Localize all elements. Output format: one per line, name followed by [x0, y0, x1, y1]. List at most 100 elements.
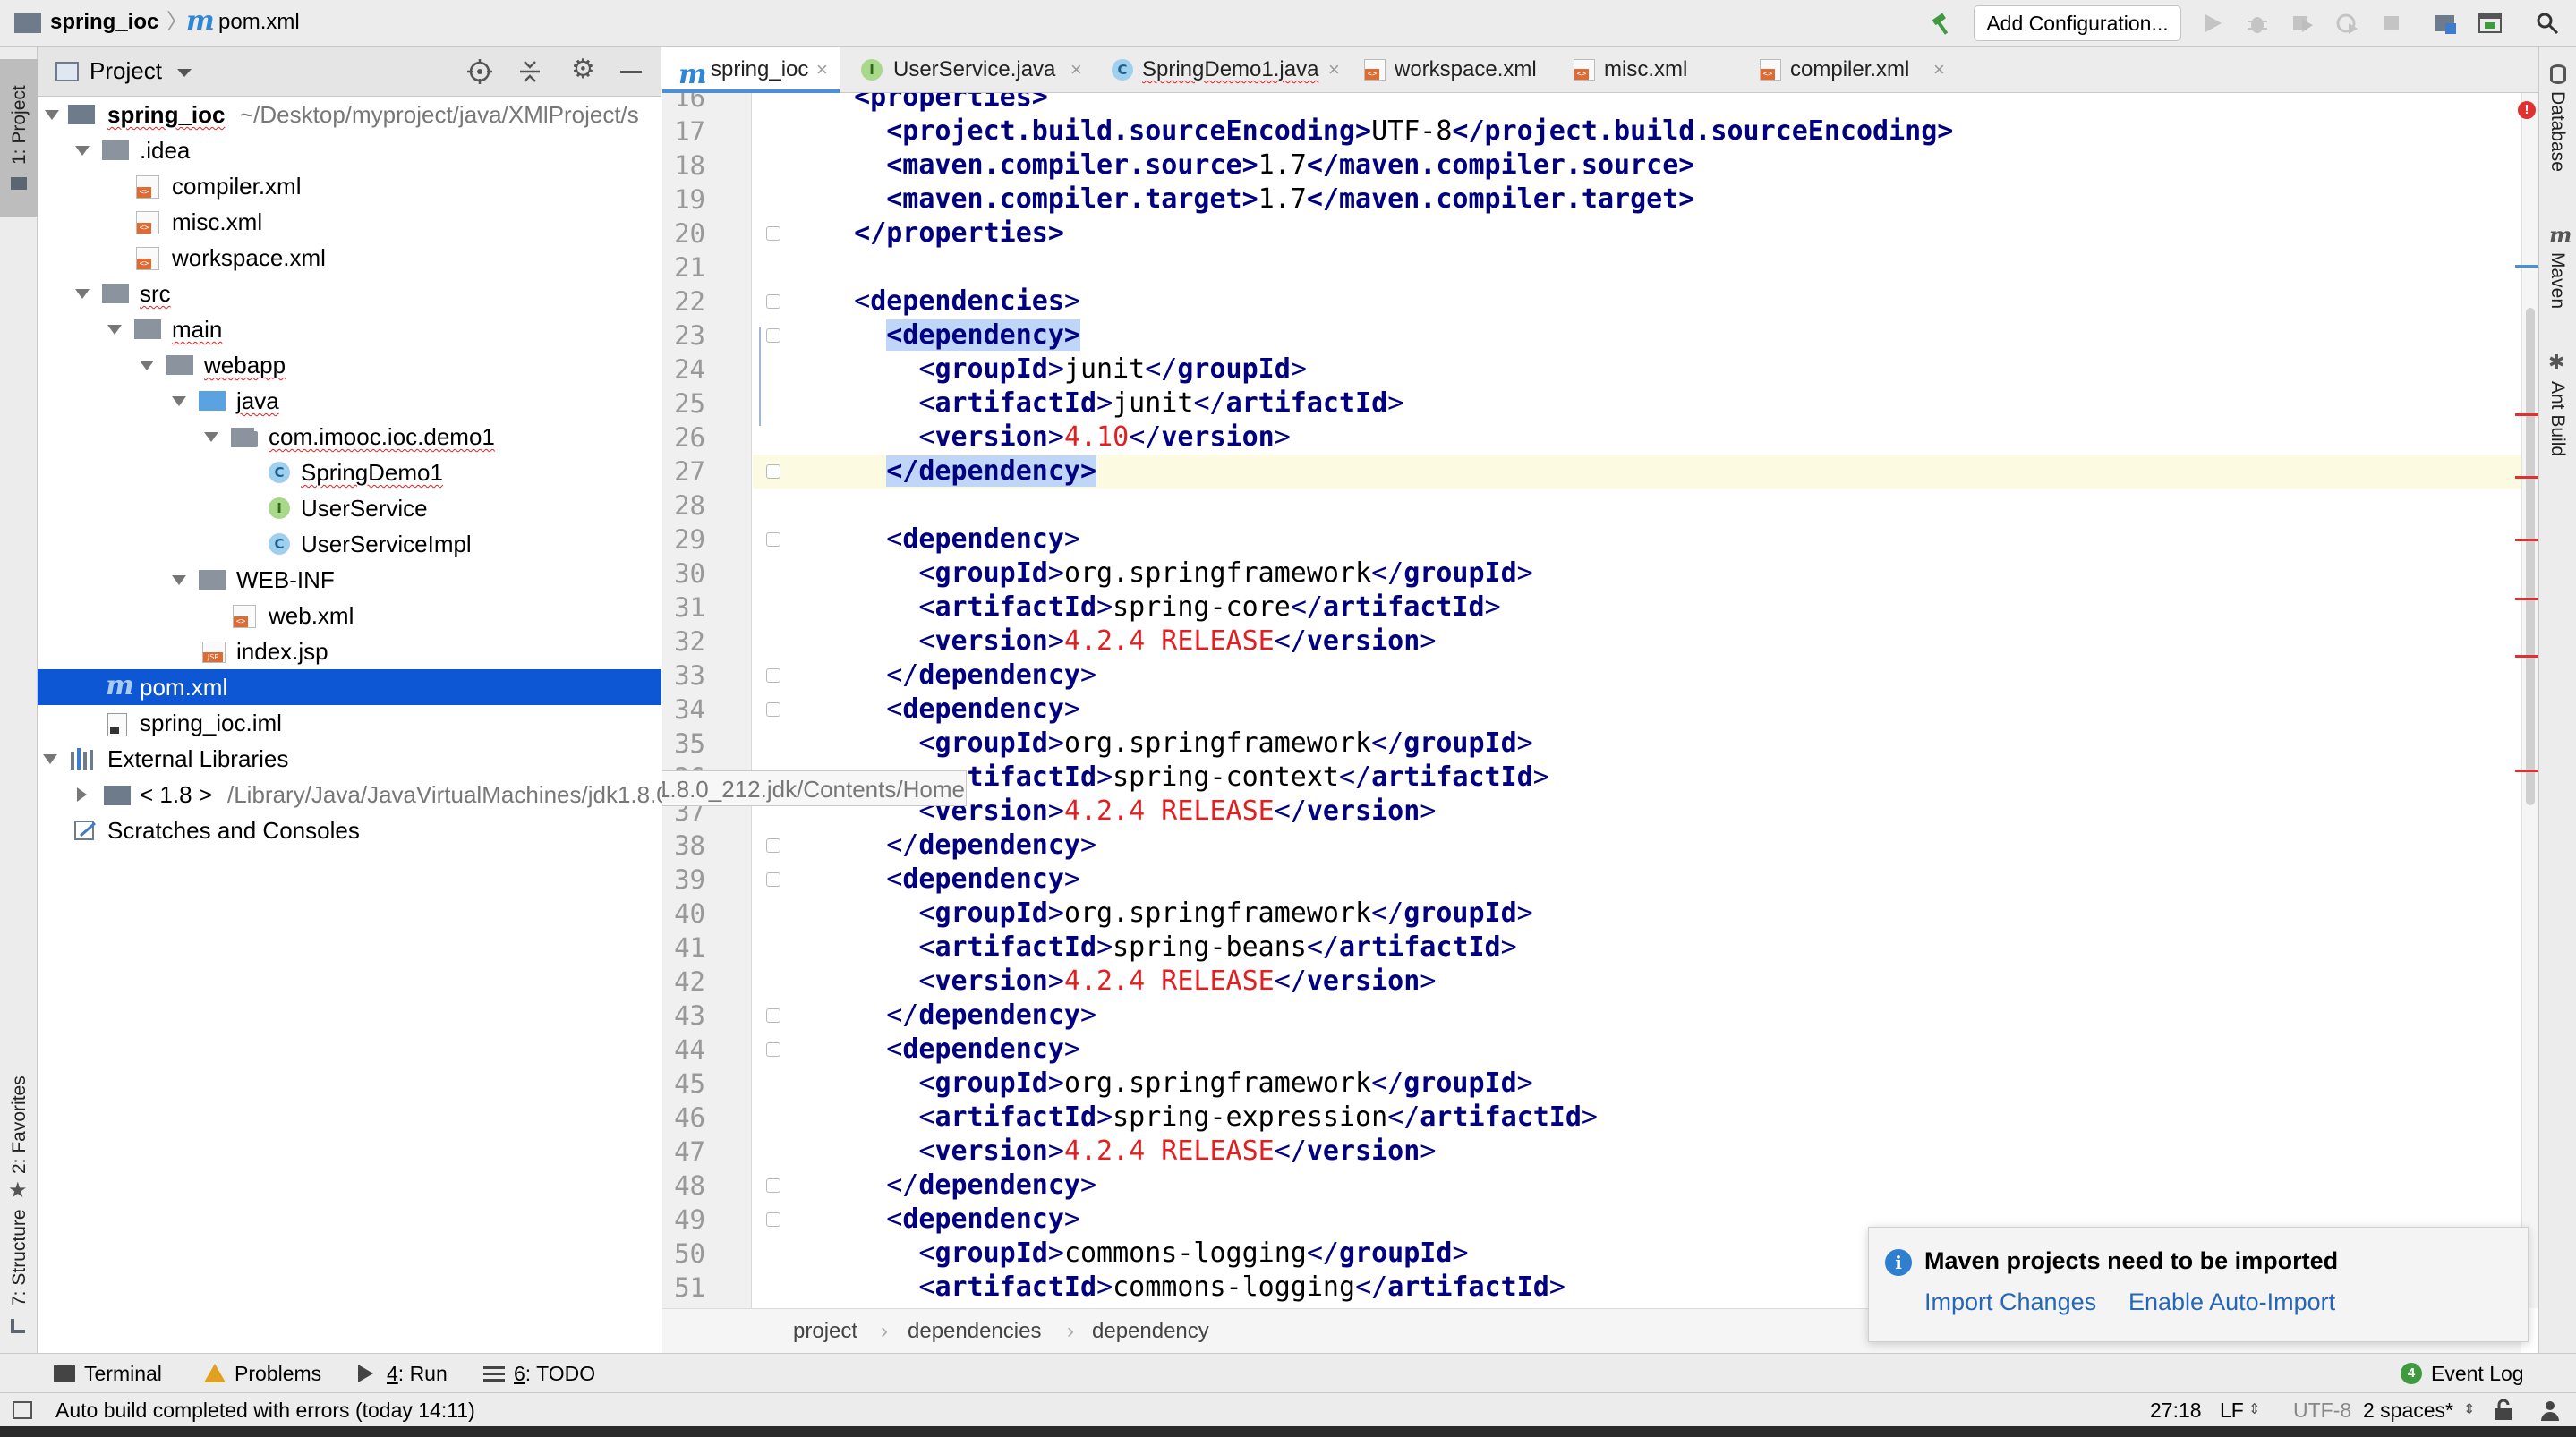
- expanded-arrow-icon[interactable]: [204, 432, 218, 442]
- code-line[interactable]: <groupId>org.springframework</groupId>: [822, 727, 1532, 761]
- problems-button[interactable]: Problems: [204, 1354, 338, 1393]
- expanded-arrow-icon[interactable]: [75, 146, 90, 156]
- code-line[interactable]: <groupId>org.springframework</groupId>: [822, 557, 1532, 591]
- tab-misc-xml[interactable]: misc.xml: [1570, 47, 1731, 93]
- collapse-all-icon[interactable]: [517, 59, 542, 84]
- code-line[interactable]: </dependency>: [822, 659, 1096, 693]
- fold-marker-icon[interactable]: [766, 1008, 780, 1023]
- code-line[interactable]: <dependency>: [822, 1203, 1080, 1237]
- fold-marker-icon[interactable]: [766, 226, 780, 241]
- code-line[interactable]: <version>4.2.4 RELEASE</version>: [822, 965, 1436, 999]
- code-line[interactable]: <maven.compiler.source>1.7</maven.compil…: [822, 149, 1694, 183]
- fold-marker-icon[interactable]: [766, 1042, 780, 1057]
- chevron-down-icon[interactable]: [177, 69, 192, 77]
- code-editor[interactable]: 16 17 18 19 20 21 22 23 24 25 26 27 28 29 30 31 32 33 34 35…: [662, 93, 2521, 1308]
- code-line[interactable]: </dependency>: [822, 999, 1096, 1033]
- file-encoding[interactable]: UTF-8: [2293, 1393, 2351, 1427]
- tree-item-userservice[interactable]: I UserService: [38, 490, 661, 526]
- code-line[interactable]: <groupId>junit</groupId>: [822, 353, 1307, 387]
- gear-icon[interactable]: ⚙: [571, 54, 595, 85]
- tree-item-iml[interactable]: spring_ioc.iml: [38, 705, 661, 741]
- tree-item-index-jsp[interactable]: JSP index.jsp: [38, 633, 661, 669]
- tree-item-webapp[interactable]: webapp: [38, 347, 661, 383]
- tree-item-external-libraries[interactable]: External Libraries: [38, 741, 661, 777]
- nav-project-crumb[interactable]: spring_ioc: [50, 9, 158, 36]
- code-line[interactable]: <artifactId>junit</artifactId>: [822, 387, 1403, 421]
- fold-marker-icon[interactable]: [766, 532, 780, 547]
- import-changes-link[interactable]: Import Changes: [1924, 1288, 2096, 1316]
- tree-item-web-inf[interactable]: WEB-INF: [38, 562, 661, 598]
- profile-icon[interactable]: [2334, 11, 2359, 36]
- lock-icon[interactable]: [2494, 1399, 2513, 1421]
- code-line[interactable]: <groupId>org.springframework</groupId>: [822, 1067, 1532, 1101]
- code-line[interactable]: </dependency>: [822, 829, 1096, 863]
- breadcrumb-item[interactable]: project: [793, 1309, 857, 1354]
- fold-marker-icon[interactable]: [766, 668, 780, 683]
- breadcrumb-item[interactable]: dependency: [1092, 1309, 1209, 1354]
- hammer-icon[interactable]: [1930, 11, 1955, 36]
- search-icon[interactable]: [2535, 11, 2560, 36]
- line-separator[interactable]: LF: [2220, 1393, 2244, 1427]
- error-stripe-mark[interactable]: [2515, 476, 2538, 479]
- code-line[interactable]: <properties>: [822, 93, 1048, 115]
- structure-tool-button[interactable]: 7: Structure: [0, 1192, 38, 1349]
- fold-marker-icon[interactable]: [766, 838, 780, 853]
- tab-workspace-xml[interactable]: workspace.xml: [1361, 47, 1559, 93]
- code-line[interactable]: </dependency>: [822, 1169, 1096, 1203]
- error-stripe-mark[interactable]: [2515, 655, 2538, 658]
- code-line[interactable]: <artifactId>commons-logging</artifactId>: [822, 1271, 1565, 1305]
- code-line[interactable]: <artifactId>spring-expression</artifactI…: [822, 1101, 1598, 1135]
- code-line[interactable]: </properties>: [822, 217, 1064, 251]
- run-button[interactable]: 4: Run: [358, 1354, 456, 1393]
- code-line[interactable]: <dependency>: [822, 863, 1080, 897]
- code-line[interactable]: <version>4.2.4 RELEASE</version>: [822, 625, 1436, 659]
- code-line[interactable]: <version>4.10</version>: [822, 421, 1290, 455]
- add-configuration-button[interactable]: Add Configuration...: [1974, 5, 2181, 41]
- tree-item-package[interactable]: com.imooc.ioc.demo1: [38, 419, 661, 455]
- tree-item-workspace-xml[interactable]: workspace.xml: [38, 240, 661, 276]
- tree-item-java[interactable]: java: [38, 383, 661, 419]
- expanded-arrow-icon[interactable]: [140, 361, 154, 370]
- code-line[interactable]: <project.build.sourceEncoding>UTF-8</pro…: [822, 115, 1953, 149]
- fold-marker-icon[interactable]: [766, 328, 780, 343]
- close-icon[interactable]: ×: [1070, 47, 1082, 93]
- fold-marker-icon[interactable]: [766, 464, 780, 479]
- code-line[interactable]: <groupId>org.springframework</groupId>: [822, 897, 1532, 931]
- close-icon[interactable]: ×: [816, 47, 828, 93]
- enable-auto-import-link[interactable]: Enable Auto-Import: [2128, 1288, 2335, 1316]
- status-message[interactable]: Auto build completed with errors (today …: [55, 1393, 475, 1427]
- nav-file-crumb[interactable]: pom.xml: [218, 9, 300, 36]
- expanded-arrow-icon[interactable]: [107, 325, 122, 335]
- ant-tool-button[interactable]: ✱ Ant Build: [2539, 351, 2576, 530]
- code-line[interactable]: <dependency>: [822, 693, 1080, 727]
- close-icon[interactable]: ×: [1328, 47, 1340, 93]
- expanded-arrow-icon[interactable]: [172, 396, 186, 406]
- fold-marker-icon[interactable]: [766, 872, 780, 887]
- error-stripe-mark[interactable]: [2515, 413, 2538, 416]
- collapsed-arrow-icon[interactable]: [77, 787, 87, 802]
- todo-button[interactable]: 6: TODO: [483, 1354, 609, 1393]
- code-line[interactable]: <dependency>: [822, 319, 1080, 353]
- error-indicator-icon[interactable]: !: [2518, 101, 2536, 119]
- code-line[interactable]: </dependency>: [822, 455, 1097, 489]
- expanded-arrow-icon[interactable]: [45, 110, 59, 120]
- fold-marker-icon[interactable]: [766, 1178, 780, 1193]
- tree-item-userserviceimpl[interactable]: C UserServiceImpl: [38, 526, 661, 562]
- crosshair-icon[interactable]: [467, 59, 492, 84]
- code-line[interactable]: <version>4.2.4 RELEASE</version>: [822, 1135, 1436, 1169]
- tab-userservice-java[interactable]: I UserService.java ×: [850, 47, 1092, 93]
- inspector-icon[interactable]: [2538, 1399, 2562, 1422]
- fold-marker-icon[interactable]: [766, 294, 780, 309]
- tree-item-springdemo1[interactable]: C SpringDemo1: [38, 455, 661, 490]
- tree-item-spring-ioc[interactable]: spring_ioc ~/Desktop/myproject/java/XMlP…: [38, 97, 661, 132]
- database-tool-button[interactable]: Database: [2539, 64, 2576, 234]
- error-stripe-mark[interactable]: [2515, 539, 2538, 541]
- run-icon[interactable]: [2200, 11, 2225, 36]
- project-tool-button[interactable]: 1: Project: [0, 59, 38, 217]
- tree-item-jdk[interactable]: < 1.8 > /Library/Java/JavaVirtualMachine…: [38, 777, 925, 812]
- tree-item-pom-xml[interactable]: m pom.xml: [38, 669, 661, 705]
- code-line[interactable]: <dependency>: [822, 1033, 1080, 1067]
- error-stripe-mark[interactable]: [2515, 770, 2538, 772]
- code-line[interactable]: <maven.compiler.target>1.7</maven.compil…: [822, 183, 1694, 217]
- favorites-tool-button[interactable]: 2: Favorites ★: [0, 1008, 38, 1213]
